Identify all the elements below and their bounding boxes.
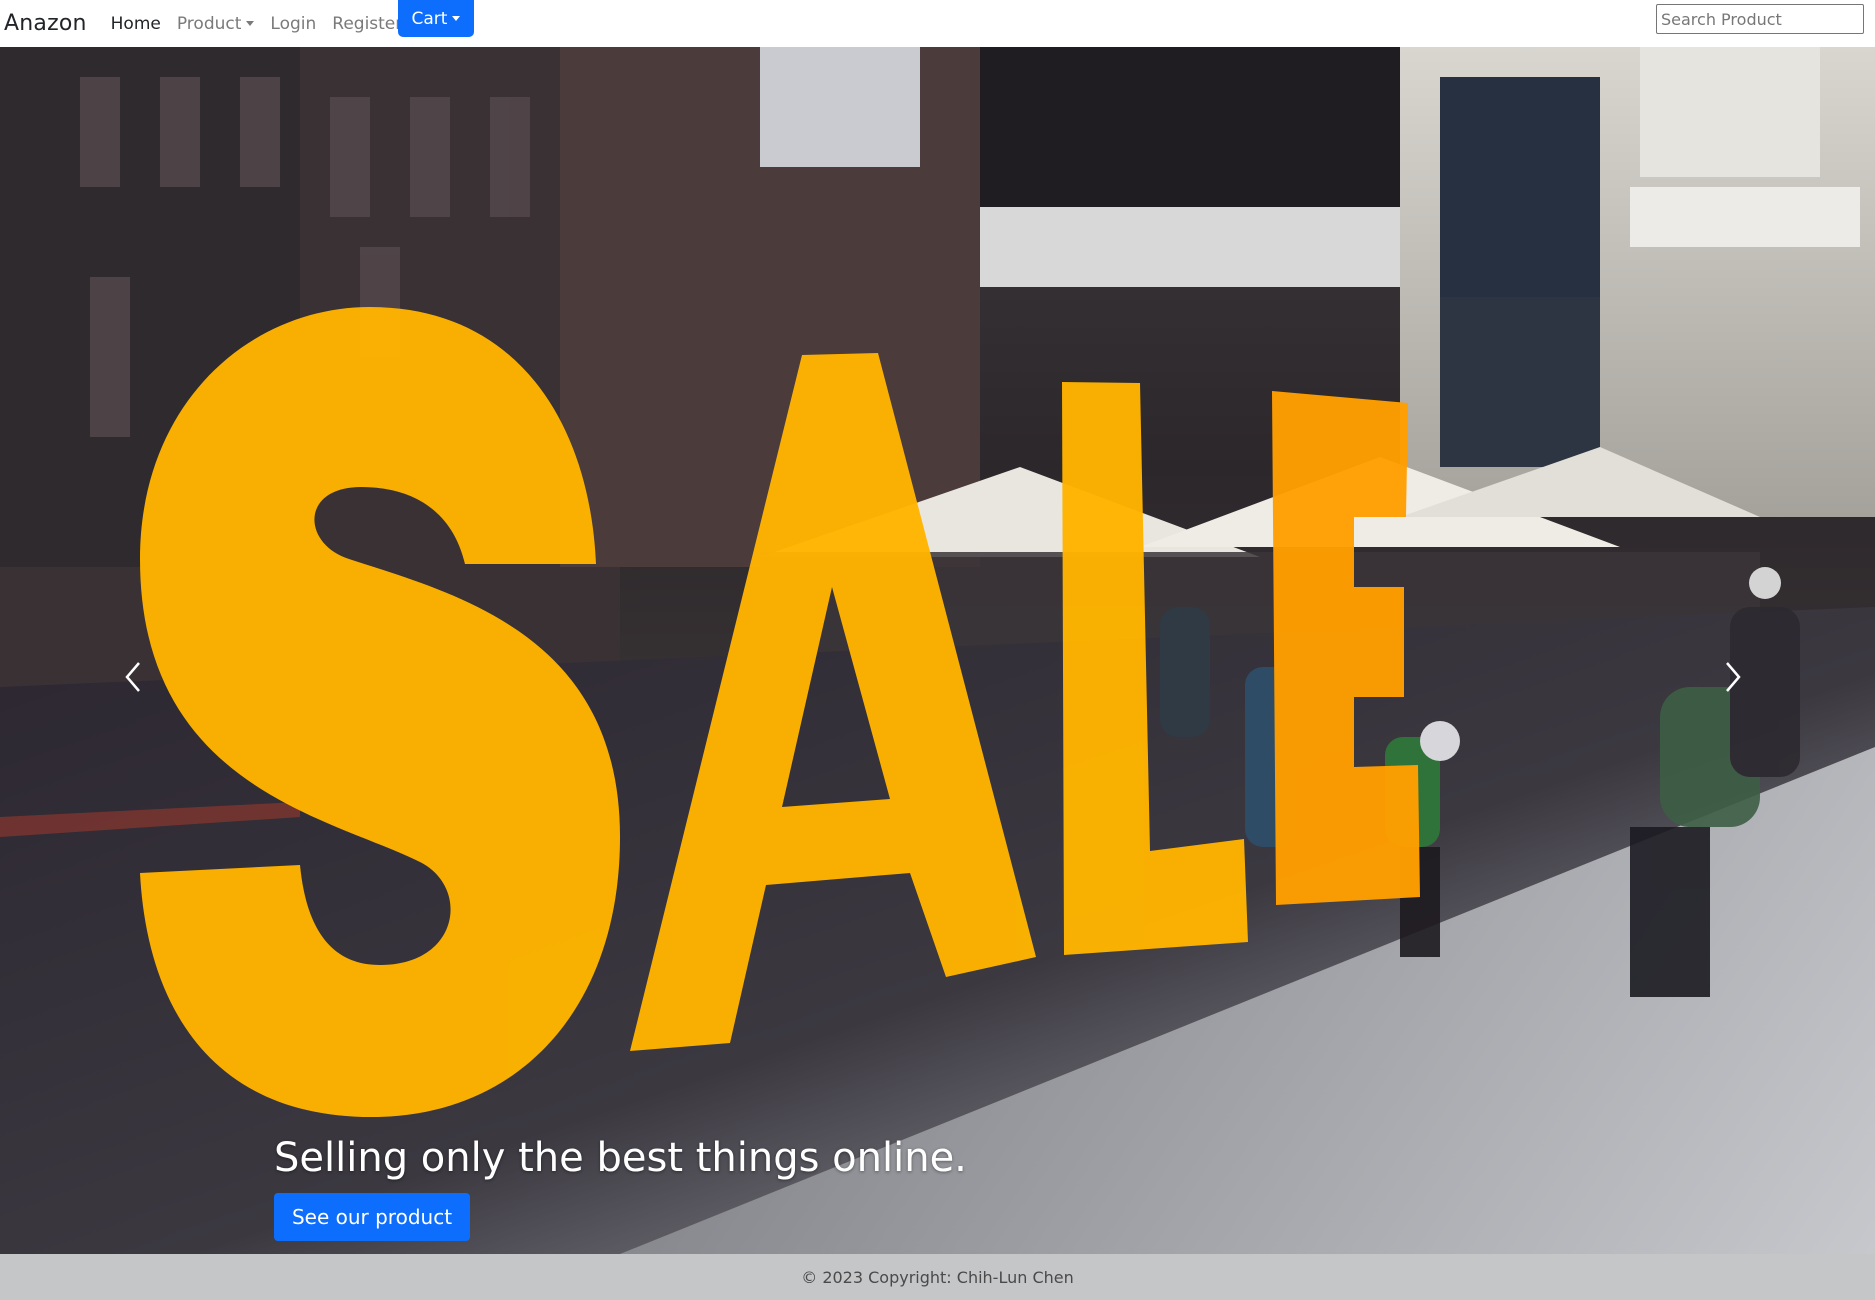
footer: © 2023 Copyright: Chih-Lun Chen bbox=[0, 1254, 1875, 1300]
caret-down-icon bbox=[246, 21, 255, 26]
hero-caption: Selling only the best things online. bbox=[274, 1135, 967, 1181]
nav-home-label: Home bbox=[110, 13, 161, 34]
nav-product-dropdown[interactable]: Product bbox=[177, 14, 255, 34]
sale-sign-graphic bbox=[140, 307, 1420, 1117]
nav-product-label: Product bbox=[176, 13, 242, 34]
footer-copyright: © 2023 Copyright: Chih-Lun Chen bbox=[801, 1267, 1074, 1287]
nav-login-label: Login bbox=[270, 13, 317, 34]
chevron-right-icon bbox=[1726, 662, 1741, 692]
caret-down-icon bbox=[452, 16, 461, 21]
hero-carousel: Selling only the best things online. See… bbox=[0, 47, 1875, 1254]
cart-dropdown-button[interactable]: Cart bbox=[398, 0, 474, 37]
navbar: Anazon Home Product Login Register Cart bbox=[0, 0, 1875, 47]
brand-logo[interactable]: Anazon bbox=[4, 11, 87, 36]
carousel-next-button[interactable] bbox=[1718, 647, 1748, 707]
nav-register-label: Register bbox=[332, 13, 403, 34]
nav-login[interactable]: Login bbox=[270, 14, 316, 34]
carousel-prev-button[interactable] bbox=[118, 647, 148, 707]
nav-register[interactable]: Register bbox=[332, 14, 402, 34]
nav-home[interactable]: Home bbox=[111, 14, 161, 34]
cart-label: Cart bbox=[411, 8, 448, 29]
chevron-left-icon bbox=[125, 662, 140, 692]
see-our-product-button[interactable]: See our product bbox=[274, 1193, 470, 1241]
search-input[interactable] bbox=[1656, 4, 1864, 34]
